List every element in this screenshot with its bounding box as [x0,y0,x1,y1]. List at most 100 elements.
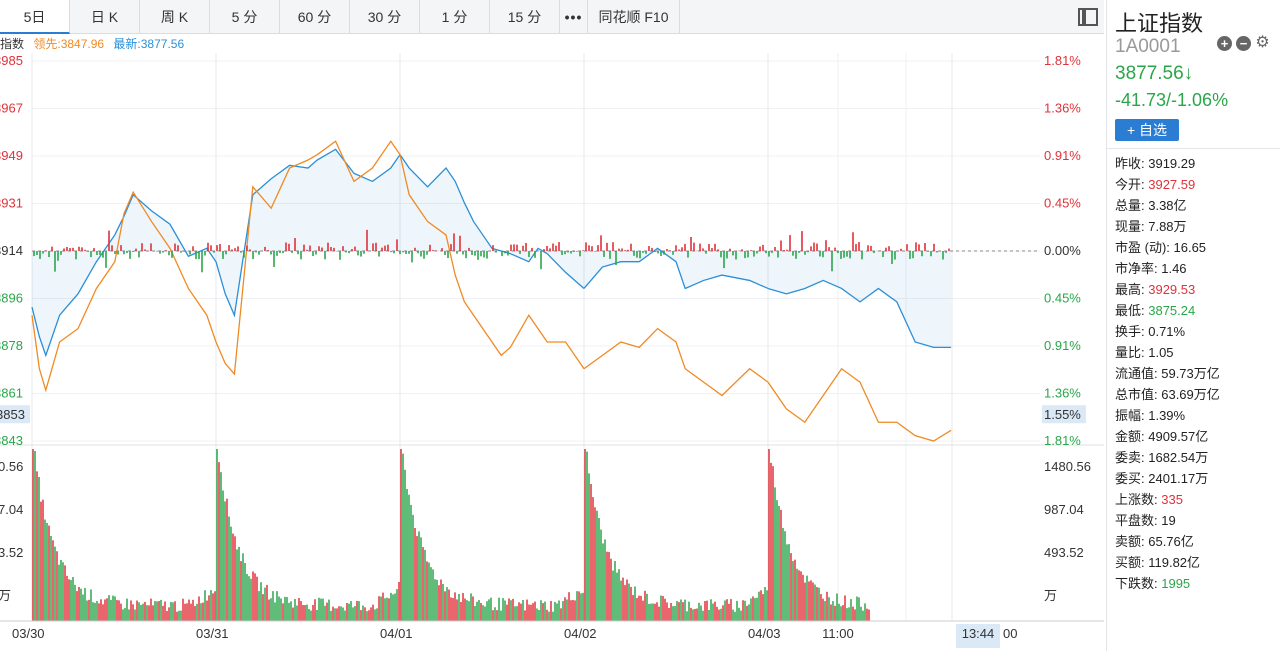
tab-day-k[interactable]: 日 K [70,0,140,34]
chart-period-tabs: 5日 日 K 周 K 5 分 60 分 30 分 1 分 15 分 ••• 同花… [0,0,1104,34]
stat-row: 金额: 4909.57亿 [1107,426,1280,447]
stat-value: 1.05 [1148,345,1174,360]
tab-30min[interactable]: 30 分 [350,0,420,34]
stock-name: 上证指数 [1115,11,1204,36]
stat-value: 3927.59 [1148,177,1196,192]
volume-tick-right: 1480.56 [1044,459,1091,474]
date-label: 04/02 [564,626,597,641]
series-line-lead [767,367,952,442]
stat-label: 总市值: [1115,387,1162,402]
stat-value: 1995 [1161,576,1191,591]
price-tick-left: 3878 [0,338,23,353]
tab-60min[interactable]: 60 分 [280,0,350,34]
time-label-partial: 00 [1003,626,1017,641]
stat-label: 买额: [1115,555,1149,570]
stock-price: 3877.56↓ [1115,63,1194,84]
latest-legend: 最新:3877.56 [113,37,185,51]
series-area [216,149,400,316]
price-tick-left: 3914 [0,243,23,258]
stat-row: 昨收: 3919.29 [1107,153,1280,174]
series-area [32,194,216,356]
stat-row: 振幅: 1.39% [1107,405,1280,426]
price-tick-left: 3967 [0,101,23,116]
price-tick-left: 3861 [0,386,23,401]
pct-tick-right: 0.00% [1044,243,1081,258]
tab-5day[interactable]: 5日 [0,0,70,34]
cursor-time-label: 13:44 [962,626,995,641]
stat-label: 现量: [1115,219,1149,234]
stat-row: 上涨数: 335 [1107,489,1280,510]
pct-tick-right: 0.91% [1044,148,1081,163]
stat-value: 3929.53 [1148,282,1196,297]
add-watchlist-button[interactable]: + 自选 [1115,119,1179,141]
tab-f10[interactable]: 同花顺 F10 [588,0,680,34]
pct-tick-right: 1.36% [1044,386,1081,401]
cursor-pct-label: 1.55% [1044,407,1081,422]
five-day-chart[interactable]: 3985 3967 3949 3931 3914 3896 3878 3861 3843 1.81… [0,53,1104,651]
tab-15min[interactable]: 15 分 [490,0,560,34]
volume-tick-right: 万 [1044,588,1057,603]
pct-tick-right: 1.36% [1044,101,1081,116]
price-tick-left: 3985 [0,53,23,68]
stat-label: 委卖: [1115,450,1149,465]
stat-value: 3875.24 [1148,303,1196,318]
tab-week-k[interactable]: 周 K [140,0,210,34]
lead-legend: 领先:3847.96 [33,37,105,51]
index-label: 指数 [0,37,25,51]
stat-value: 63.69万亿 [1161,387,1220,402]
volume-tick-left: 3.52 [0,545,23,560]
pct-tick-right: 1.81% [1044,433,1081,448]
volume-tick-right: 987.04 [1044,502,1084,517]
stat-row: 市净率: 1.46 [1107,258,1280,279]
volume-tick-left: 万 [0,588,11,603]
date-label: 04/03 [748,626,781,641]
stat-value: 7.88万 [1148,219,1187,234]
stat-value: 4909.57亿 [1148,429,1209,444]
pct-tick-right: 0.91% [1044,338,1081,353]
stat-row: 最低: 3875.24 [1107,300,1280,321]
stat-label: 最低: [1115,303,1149,318]
price-tick-left: 3931 [0,196,23,211]
stat-label: 最高: [1115,282,1149,297]
more-tabs-button[interactable]: ••• [560,0,588,34]
stat-value: 1.39% [1148,408,1186,423]
pct-tick-right: 1.81% [1044,53,1081,68]
pct-tick-right: 0.45% [1044,291,1081,306]
quote-sidebar: 上证指数 1A0001 3877.56↓ -41.73/-1.06% + 自选 … [1106,0,1280,651]
stat-value: 3919.29 [1148,156,1196,171]
series-area [584,248,768,289]
stat-row: 平盘数: 19 [1107,510,1280,531]
stat-value: 119.82亿 [1148,555,1201,570]
quote-stats: 昨收: 3919.29 今开: 3927.59 总量: 3.38亿 现量: 7.88万… [1107,148,1280,594]
chart-legend: 指数 领先:3847.96 最新:3877.56 [0,35,1104,53]
stat-value: 2401.17万 [1148,471,1209,486]
panel-toggle-icon[interactable] [1078,8,1098,26]
stat-row: 卖额: 65.76亿 [1107,531,1280,552]
tab-5min[interactable]: 5 分 [210,0,280,34]
stat-label: 上涨数: [1115,492,1162,507]
time-label: 11:00 [822,626,854,641]
stat-value: 19 [1161,513,1176,528]
cursor-price-label: 3853 [0,407,25,422]
stat-row: 市盈 (动): 16.65 [1107,237,1280,258]
stat-row: 换手: 0.71% [1107,321,1280,342]
stat-label: 市净率: [1115,261,1162,276]
price-tick-left: 3896 [0,291,23,306]
tab-1min[interactable]: 1 分 [420,0,490,34]
volume-tick-left: 7.04 [0,502,23,517]
volume-tick-right: 493.52 [1044,545,1084,560]
stat-value: 1682.54万 [1148,450,1209,465]
stat-row: 下跌数: 1995 [1107,573,1280,594]
price-tick-left: 3949 [0,148,23,163]
date-label: 03/30 [12,626,45,641]
price-tick-left: 3843 [0,433,23,448]
series-area [768,251,952,348]
stat-value: 1.46 [1161,261,1187,276]
stat-row: 总量: 3.38亿 [1107,195,1280,216]
volume-tick-left: 0.56 [0,459,23,474]
stat-row: 今开: 3927.59 [1107,174,1280,195]
stat-value: 16.65 [1173,240,1207,255]
stat-label: 昨收: [1115,156,1149,171]
stat-label: 今开: [1115,177,1149,192]
pct-tick-right: 0.45% [1044,196,1081,211]
